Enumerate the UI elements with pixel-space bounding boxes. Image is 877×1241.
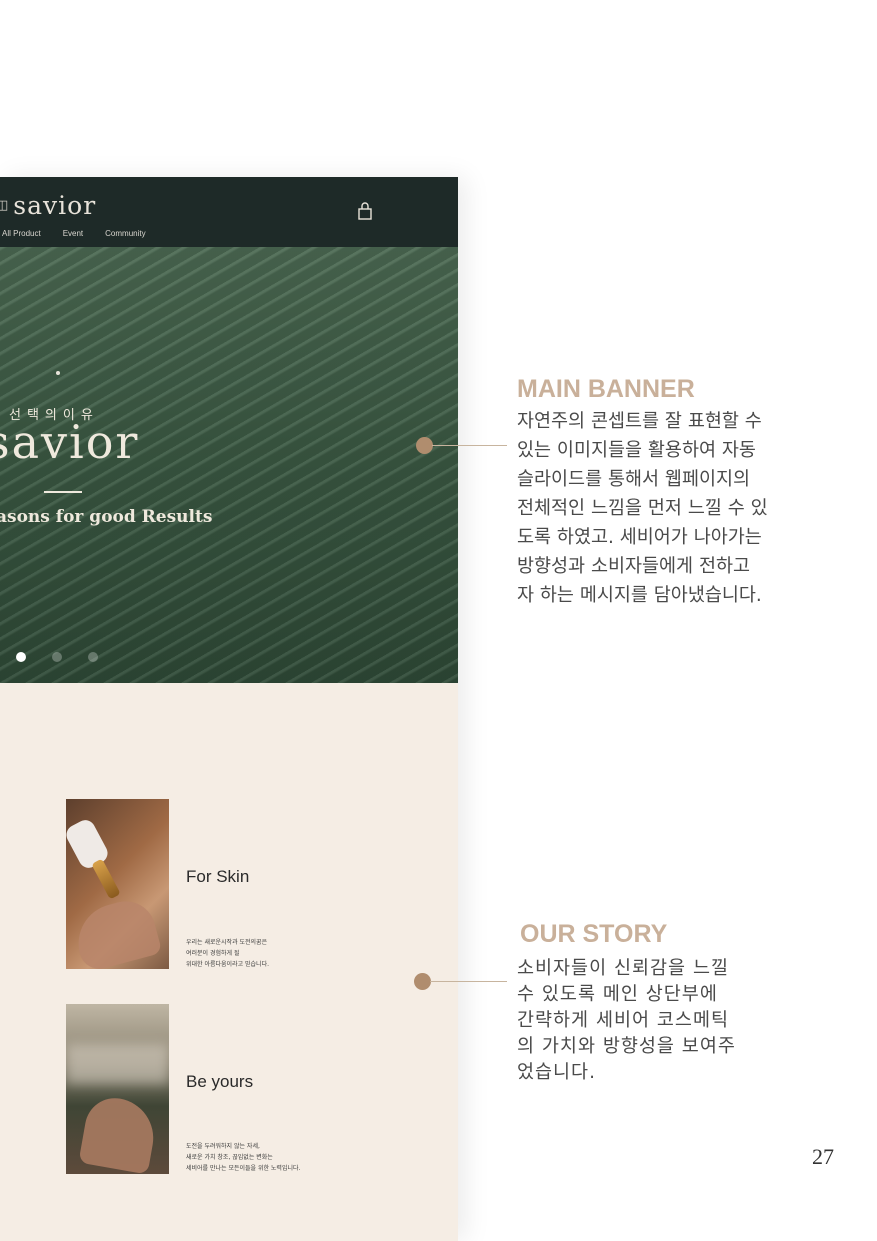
annotation-title: MAIN BANNER	[517, 375, 695, 403]
hero-divider	[44, 491, 82, 493]
annotation-title: OUR STORY	[520, 920, 668, 948]
open-hand-shape	[78, 1093, 160, 1174]
callout-dot-our-story	[414, 973, 431, 990]
nav-item-event[interactable]: Event	[63, 229, 83, 238]
for-skin-photo	[66, 799, 169, 969]
page-number: 27	[812, 1144, 834, 1169]
callout-dot-main-banner	[416, 437, 433, 454]
logo-text: savior	[13, 191, 97, 220]
nav-item-community[interactable]: Community	[105, 229, 145, 238]
hand-shape	[69, 894, 163, 969]
shopping-bag-icon[interactable]	[357, 201, 373, 221]
slider-dot-3[interactable]	[88, 652, 98, 662]
nav-item-all-product[interactable]: All Product	[2, 229, 41, 238]
annotation-body: 자연주의 콘셉트를 잘 표현할 수 있는 이미지들을 활용하여 자동 슬라이드를…	[517, 411, 768, 606]
hero-decor-dot	[56, 371, 60, 375]
website-mockup: ◫ savior All Product Event Community 선택의…	[0, 177, 458, 1241]
hero-tagline: asons for good Results	[0, 507, 213, 527]
be-yours-photo	[66, 1004, 169, 1174]
callout-line-main-banner	[432, 445, 507, 446]
main-nav: All Product Event Community	[2, 229, 168, 238]
callout-line-our-story	[430, 981, 507, 982]
slider-pagination	[16, 652, 98, 662]
slider-dot-2[interactable]	[52, 652, 62, 662]
logo-mark-icon: ◫	[0, 198, 10, 213]
story-item-desc: 도전을 두려워하지 않는 자세, 새로운 가치 창조, 끊임없는 변화는 세비어…	[186, 1143, 301, 1172]
story-item-title: For Skin	[186, 867, 250, 886]
mist-shape	[66, 1044, 169, 1084]
annotation-body: 소비자들이 신뢰감을 느낄 수 있도록 메인 상단부에 간략하게 세비어 코스메…	[517, 958, 736, 1083]
story-item-title: Be yours	[186, 1072, 254, 1091]
our-story-section: For Skin 우리는 새로운시작과 도전의꿈은 여러분이 경험하게 될 위대…	[0, 683, 458, 1241]
story-item-desc: 우리는 새로운시작과 도전의꿈은 여러분이 경험하게 될 위대한 아름다움이라고…	[186, 939, 270, 968]
dropper-glass-shape	[91, 858, 121, 900]
brand-logo[interactable]: ◫ savior	[0, 191, 96, 220]
site-header: ◫ savior All Product Event Community	[0, 177, 458, 247]
hero-title: savior	[0, 415, 140, 469]
slider-dot-1[interactable]	[16, 652, 26, 662]
main-banner: 선택의이유 savior asons for good Results	[0, 247, 458, 683]
